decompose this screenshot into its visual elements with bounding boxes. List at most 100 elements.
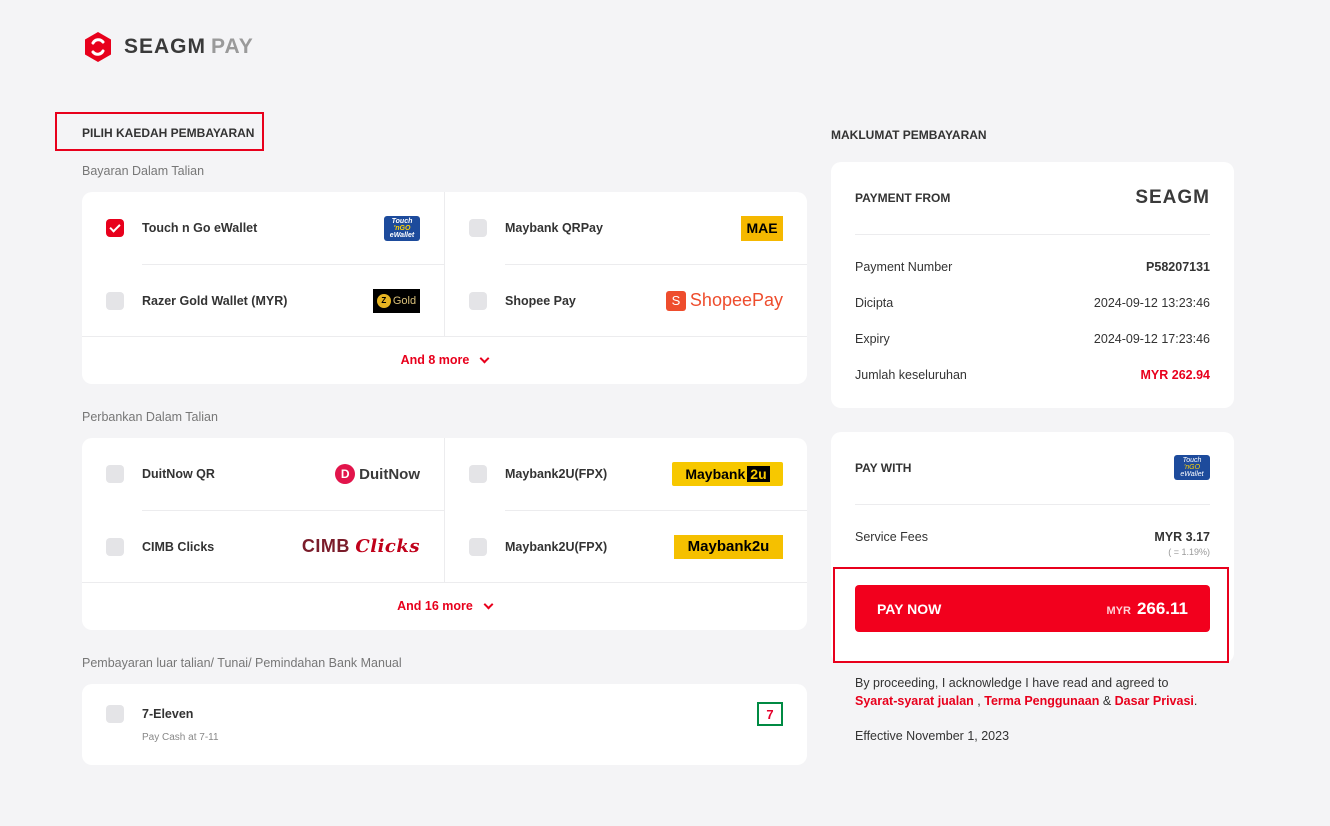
option-duitnow-qr[interactable]: DuitNow QR D DuitNow: [82, 438, 444, 510]
chevron-down-icon: [483, 599, 494, 609]
column-right: Maybank2U(FPX) Maybank 2u Maybank2U(FPX) …: [444, 438, 807, 582]
option-maybank-qrpay[interactable]: Maybank QRPay MAE: [445, 192, 807, 264]
pay-now-amount-value: 266.11: [1136, 598, 1188, 618]
tng-logo-text: eWallet: [1180, 471, 1204, 478]
expiry-value: 2024-09-12 17:23:46: [1093, 332, 1210, 346]
legal-prefix: By proceeding, I acknowledge I have read…: [855, 676, 1169, 690]
option-maybank2u-fpx[interactable]: Maybank2U(FPX) Maybank 2u: [445, 438, 807, 510]
terms-of-sale-link[interactable]: Syarat-syarat jualan: [855, 694, 974, 708]
payment-info-title: MAKLUMAT PEMBAYARAN: [831, 128, 987, 142]
group-label-offline: Pembayaran luar talian/ Tunai/ Pemindaha…: [82, 656, 402, 670]
maybank-logo-text: 2u: [747, 466, 770, 482]
legal-text: By proceeding, I acknowledge I have read…: [855, 674, 1215, 710]
terms-of-use-link[interactable]: Terma Penggunaan: [984, 694, 1099, 708]
shopee-bag-icon: S: [665, 290, 686, 311]
show-more-label: And 8 more: [400, 353, 470, 367]
pay-with-label: PAY WITH: [855, 461, 912, 475]
tng-logo-text: eWallet: [389, 231, 415, 239]
created-label: Dicipta: [855, 296, 894, 310]
checkbox[interactable]: [106, 291, 124, 310]
checkbox[interactable]: [469, 465, 487, 483]
tng-logo-text: Touch: [391, 217, 413, 225]
option-label: Touch n Go eWallet: [142, 221, 258, 235]
checkbox[interactable]: [106, 705, 124, 723]
logo-brand-text: SEAGM: [124, 35, 207, 58]
pay-now-amount: MYR 266.11: [1106, 599, 1188, 619]
pay-now-label: PAY NOW: [877, 600, 942, 617]
checkbox[interactable]: [469, 537, 487, 556]
created-value: 2024-09-12 13:23:46: [1093, 296, 1210, 310]
legal-separator: ,: [977, 694, 981, 708]
tng-logo-text: 'nGO: [393, 224, 411, 232]
option-label: CIMB Clicks: [142, 539, 215, 554]
online-payment-card: Touch n Go eWallet Touch'nGO eWallet Raze…: [82, 192, 807, 384]
option-7-eleven[interactable]: 7-Eleven Pay Cash at 7-11 7: [82, 684, 807, 744]
column-left: DuitNow QR D DuitNow CIMB Clicks CIMB Cli…: [82, 438, 444, 582]
expiry-label: Expiry: [855, 332, 890, 346]
show-more-online-button[interactable]: And 8 more: [82, 336, 807, 383]
pay-now-button[interactable]: PAY NOW MYR 266.11: [855, 585, 1210, 632]
divider: [855, 504, 1210, 505]
mae-logo: MAE: [741, 215, 783, 241]
maybank-logo-text: Maybank: [685, 466, 746, 482]
option-label: Maybank2U(FPX): [505, 467, 608, 481]
offline-payment-card: 7-Eleven Pay Cash at 7-11 7: [82, 684, 807, 765]
seven-eleven-logo: 7: [757, 702, 783, 726]
duitnow-logo: D DuitNow: [335, 464, 420, 484]
duitnow-mark-icon: D: [335, 464, 356, 484]
effective-date: Effective November 1, 2023: [855, 729, 1010, 743]
payment-method-title: PILIH KAEDAH PEMBAYARAN: [55, 112, 265, 151]
checkbox[interactable]: [106, 465, 124, 483]
cimb-clicks-logo: CIMB Clicks: [302, 536, 420, 557]
razer-gold-logo: Z Gold: [373, 288, 420, 313]
column-left: Touch n Go eWallet Touch'nGO eWallet Raze…: [82, 192, 444, 336]
service-fee-percent: ( = 1.19%): [1168, 547, 1210, 557]
checkbox[interactable]: [469, 219, 487, 237]
option-maybank2u-fpx-2[interactable]: Maybank2U(FPX) Maybank2u: [469, 510, 807, 582]
checkbox[interactable]: [469, 291, 487, 310]
option-sub-label: Pay Cash at 7-11: [142, 732, 219, 743]
option-label: Razer Gold Wallet (MYR): [142, 293, 288, 308]
legal-end: .: [1193, 694, 1198, 708]
group-label-online-banking: Perbankan Dalam Talian: [82, 410, 218, 424]
seagm-pay-logo[interactable]: SEAGM PAY: [82, 31, 254, 63]
divider: [855, 234, 1210, 235]
shopee-logo-text: ShopeePay: [689, 290, 783, 310]
option-label: 7-Eleven: [142, 707, 194, 721]
column-right: Maybank QRPay MAE Shopee Pay S ShopeePay: [444, 192, 807, 336]
tng-logo-text: Touch: [1182, 457, 1202, 464]
chevron-down-icon: [479, 353, 490, 363]
payment-number-value: P58207131: [1146, 260, 1210, 274]
option-shopee-pay[interactable]: Shopee Pay S ShopeePay: [469, 264, 807, 336]
service-fee-value: MYR 3.17: [1154, 530, 1210, 544]
show-more-banking-button[interactable]: And 16 more: [82, 582, 807, 629]
legal-separator: &: [1102, 694, 1112, 708]
checkbox-checked[interactable]: [106, 219, 124, 237]
duitnow-logo-text: DuitNow: [359, 465, 420, 483]
option-label: Shopee Pay: [505, 293, 576, 308]
payment-number-label: Payment Number: [855, 260, 953, 274]
logo-pay-text: PAY: [211, 35, 254, 58]
option-label: Maybank2U(FPX): [505, 539, 608, 554]
checkbox[interactable]: [106, 537, 124, 556]
group-label-online: Bayaran Dalam Talian: [82, 164, 205, 178]
seagm-merchant-logo: SEAGM: [1135, 187, 1210, 208]
razer-coin-icon: Z: [376, 293, 391, 308]
tng-logo-text: 'nGO: [1183, 464, 1201, 471]
show-more-label: And 16 more: [397, 599, 473, 613]
service-fee-label: Service Fees: [855, 530, 928, 544]
option-razer-gold[interactable]: Razer Gold Wallet (MYR) Z Gold: [106, 264, 444, 336]
option-cimb-clicks[interactable]: CIMB Clicks CIMB Clicks: [106, 510, 444, 582]
total-value: MYR 262.94: [1140, 368, 1210, 382]
pay-now-currency: MYR: [1106, 604, 1131, 617]
touch-n-go-logo: Touch'nGO eWallet: [384, 215, 420, 241]
total-label: Jumlah keseluruhan: [855, 368, 967, 382]
option-label: DuitNow QR: [142, 467, 215, 481]
maybank2u-logo: Maybank2u: [672, 462, 783, 486]
seagm-logo-icon: [85, 32, 111, 62]
razer-logo-text: Gold: [392, 294, 417, 307]
cimb-logo-text: Clicks: [355, 536, 420, 557]
privacy-policy-link[interactable]: Dasar Privasi: [1115, 694, 1194, 708]
shopee-pay-logo: S ShopeePay: [665, 290, 783, 311]
option-touch-n-go[interactable]: Touch n Go eWallet Touch'nGO eWallet: [82, 192, 444, 264]
